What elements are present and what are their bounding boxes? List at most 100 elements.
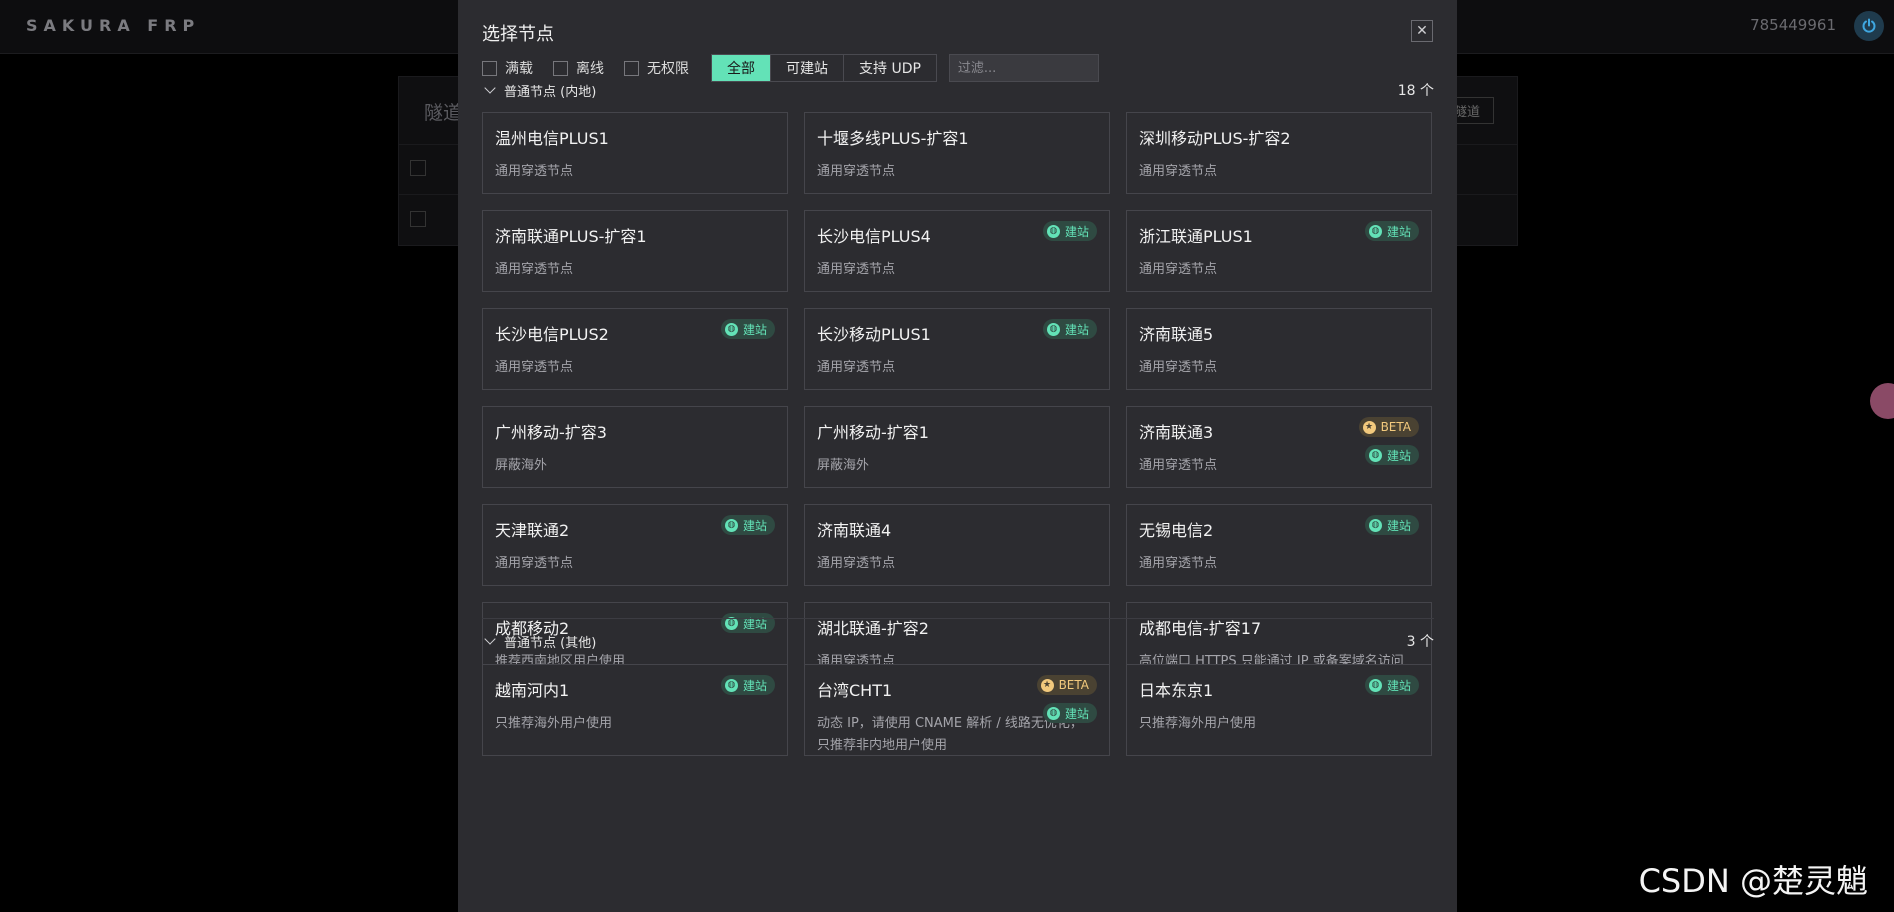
node-card[interactable]: 长沙电信PLUS4 通用穿透节点 ◍ 建站 [804,210,1110,292]
background-panel-title: 隧道 [424,102,463,124]
node-badges: ◍ 建站 [720,515,775,543]
select-node-modal: 选择节点 ✕ 满载 离线 无权限 全部 可建站 支持 UDP 普通节点 (内地)… [458,0,1457,912]
node-name: 济南联通5 [1139,325,1214,344]
site-badge: ◍ 建站 [1042,319,1097,339]
badge-label: 建站 [742,678,767,693]
background-checkbox [410,160,426,176]
node-card[interactable]: 天津联通2 通用穿透节点 ◍ 建站 [482,504,788,586]
node-card[interactable]: 越南河内1 只推荐海外用户使用 ◍ 建站 [482,664,788,756]
badge-label: BETA [1380,420,1411,434]
close-icon[interactable]: ✕ [1411,20,1433,42]
site-badge: ◍ 建站 [1364,445,1419,465]
globe-icon: ◍ [724,322,738,336]
node-card[interactable]: 广州移动-扩容1 屏蔽海外 [804,406,1110,488]
globe-icon: ◍ [1368,448,1382,462]
node-card[interactable]: 长沙电信PLUS2 通用穿透节点 ◍ 建站 [482,308,788,390]
node-description: 通用穿透节点 [495,262,574,277]
node-badges: ◍ 建站 [1364,515,1419,543]
checkbox-label: 满载 [505,61,533,77]
node-badges: ◍ 建站 [1042,221,1097,249]
checkbox-box[interactable] [624,60,639,76]
section-divider [482,618,1434,619]
brand-logo: SAKURA FRP [26,16,201,35]
node-name: 济南联通4 [817,521,892,540]
node-description: 通用穿透节点 [495,360,574,375]
globe-icon: ◍ [1046,224,1060,238]
node-badges: ★ BETA ◍ 建站 [1036,675,1097,731]
badge-label: 建站 [1386,224,1411,239]
node-card[interactable]: 深圳移动PLUS-扩容2 通用穿透节点 [1126,112,1432,194]
checkbox-box[interactable] [553,60,568,76]
modal-title: 选择节点 [482,24,554,45]
badge-label: 建站 [1064,224,1089,239]
site-badge: ◍ 建站 [1364,675,1419,695]
node-description: 通用穿透节点 [817,556,896,571]
filter-no-permission-checkbox[interactable]: 无权限 [624,58,689,78]
badge-label: 建站 [1064,706,1089,721]
beta-badge: ★ BETA [1358,417,1419,437]
site-badge: ◍ 建站 [1364,515,1419,535]
badge-label: 建站 [742,322,767,337]
node-description: 只推荐海外用户使用 [495,716,613,731]
checkbox-label: 无权限 [647,61,689,77]
node-description: 通用穿透节点 [1139,360,1218,375]
node-name: 广州移动-扩容3 [495,423,607,442]
node-description: 屏蔽海外 [495,458,548,473]
section-header-mainland[interactable]: 普通节点 (内地) 18 个 [482,78,1434,102]
badge-label: 建站 [742,518,767,533]
globe-icon: ◍ [1046,322,1060,336]
globe-icon: ◍ [724,518,738,532]
node-description: 通用穿透节点 [817,360,896,375]
node-description: 只推荐海外用户使用 [1139,716,1257,731]
node-card[interactable]: 长沙移动PLUS1 通用穿透节点 ◍ 建站 [804,308,1110,390]
node-card[interactable]: 浙江联通PLUS1 通用穿透节点 ◍ 建站 [1126,210,1432,292]
watermark: CSDN @楚灵魈 [1638,862,1868,900]
node-card[interactable]: 温州电信PLUS1 通用穿透节点 [482,112,788,194]
chevron-down-icon [484,82,496,94]
filter-full-checkbox[interactable]: 满载 [482,58,533,78]
background-checkbox [410,211,426,227]
site-badge: ◍ 建站 [1042,703,1097,723]
site-badge: ◍ 建站 [720,319,775,339]
globe-icon: ◍ [724,678,738,692]
node-grid-mainland: 温州电信PLUS1 通用穿透节点 十堰多线PLUS-扩容1 通用穿透节点 深圳移动PLU… [482,112,1434,706]
site-badge: ◍ 建站 [720,675,775,695]
user-id: 785449961 [1750,16,1836,34]
node-badges: ◍ 建站 [720,675,775,703]
node-badges: ◍ 建站 [1364,675,1419,703]
node-description: 通用穿透节点 [1139,556,1218,571]
power-icon[interactable] [1854,11,1884,41]
node-card[interactable]: 十堰多线PLUS-扩容1 通用穿透节点 [804,112,1110,194]
node-description: 通用穿透节点 [817,164,896,179]
section-count: 18 个 [1397,83,1434,99]
node-name: 济南联通PLUS-扩容1 [495,227,647,246]
node-description: 通用穿透节点 [1139,164,1218,179]
globe-icon: ◍ [1046,706,1060,720]
section-header-other[interactable]: 普通节点 (其他) 3 个 [482,629,1434,653]
node-name: 深圳移动PLUS-扩容2 [1139,129,1291,148]
node-card[interactable]: 台湾CHT1 动态 IP，请使用 CNAME 解析 / 线路无优化，只推荐非内地用… [804,664,1110,756]
node-card[interactable]: 济南联通5 通用穿透节点 [1126,308,1432,390]
node-card[interactable]: 济南联通PLUS-扩容1 通用穿透节点 [482,210,788,292]
node-card[interactable]: 济南联通3 通用穿透节点 ★ BETA ◍ 建站 [1126,406,1432,488]
node-card[interactable]: 无锡电信2 通用穿透节点 ◍ 建站 [1126,504,1432,586]
side-float-button [1870,383,1894,419]
node-card[interactable]: 广州移动-扩容3 屏蔽海外 [482,406,788,488]
section-title: 普通节点 (内地) [504,84,597,100]
node-name: 广州移动-扩容1 [817,423,929,442]
node-badges: ★ BETA ◍ 建站 [1358,417,1419,473]
node-card[interactable]: 日本东京1 只推荐海外用户使用 ◍ 建站 [1126,664,1432,756]
badge-label: 建站 [1386,518,1411,533]
badge-label: 建站 [1386,678,1411,693]
chevron-down-icon [484,633,496,645]
star-icon: ★ [1362,420,1376,434]
node-card[interactable]: 济南联通4 通用穿透节点 [804,504,1110,586]
badge-label: 建站 [1386,448,1411,463]
node-description: 通用穿透节点 [495,556,574,571]
node-badges: ◍ 建站 [1364,221,1419,249]
section-title: 普通节点 (其他) [504,635,597,651]
beta-badge: ★ BETA [1036,675,1097,695]
checkbox-box[interactable] [482,60,497,76]
filter-offline-checkbox[interactable]: 离线 [553,58,604,78]
node-badges: ◍ 建站 [720,319,775,347]
